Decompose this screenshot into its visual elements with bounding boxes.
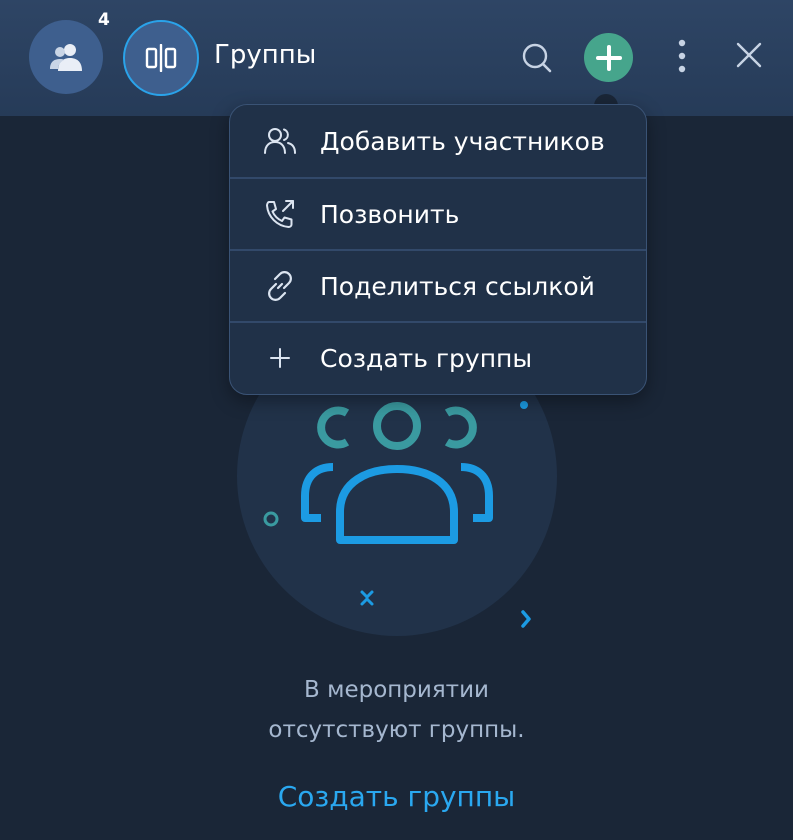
- menu-item-add-participants[interactable]: Добавить участников: [230, 105, 646, 177]
- create-groups-link[interactable]: Создать группы: [0, 780, 793, 813]
- empty-message-line1: В мероприятии: [304, 677, 489, 703]
- close-button[interactable]: [734, 40, 764, 70]
- menu-item-label: Позвонить: [320, 199, 460, 229]
- participants-button[interactable]: [29, 20, 103, 94]
- phone-call-icon: [262, 196, 298, 232]
- users-icon: [50, 44, 82, 71]
- participants-count: 4: [98, 10, 110, 30]
- menu-item-label: Поделиться ссылкой: [320, 271, 595, 301]
- menu-item-call[interactable]: Позвонить: [230, 177, 646, 249]
- top-bar: 4 Группы: [0, 0, 793, 116]
- groups-icon: [301, 402, 493, 544]
- add-button[interactable]: [584, 33, 633, 82]
- search-button[interactable]: [517, 38, 557, 78]
- more-options-button[interactable]: [672, 37, 692, 77]
- add-users-icon: [262, 123, 298, 159]
- plus-icon: [262, 340, 298, 376]
- menu-item-label: Добавить участников: [320, 126, 605, 156]
- menu-item-label: Создать группы: [320, 343, 533, 373]
- more-vertical-icon: [678, 39, 686, 73]
- plus-icon: [595, 44, 622, 71]
- menu-item-create-groups[interactable]: Создать группы: [230, 321, 646, 393]
- split-view-icon: [145, 44, 177, 72]
- link-icon: [262, 268, 298, 304]
- layout-toggle-button[interactable]: [123, 20, 199, 96]
- empty-message-line2: отсутствуют группы.: [268, 717, 525, 743]
- page-title: Группы: [214, 40, 317, 70]
- search-icon: [522, 43, 552, 73]
- menu-item-share-link[interactable]: Поделиться ссылкой: [230, 249, 646, 321]
- close-icon: [736, 42, 762, 68]
- add-dropdown-menu: Добавить участников Позвонить Поделиться…: [229, 104, 647, 395]
